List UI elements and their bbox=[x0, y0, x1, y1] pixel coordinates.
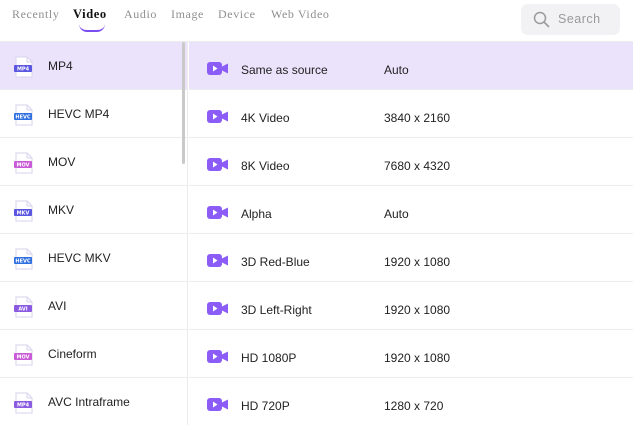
video-camera-icon bbox=[207, 206, 228, 219]
preset-name: 4K Video bbox=[241, 111, 290, 125]
preset-resolution: 7680 x 4320 bbox=[384, 159, 451, 173]
preset-resolution: 1280 x 720 bbox=[384, 399, 444, 413]
tab-web-video[interactable]: Web Video bbox=[271, 7, 329, 22]
file-format-icon: MKV bbox=[14, 200, 33, 222]
preset-item[interactable]: 3D Red-Blue 1920 x 1080 bbox=[189, 234, 633, 282]
file-format-icon: MOV bbox=[14, 152, 33, 174]
preset-item[interactable]: 4K Video 3840 x 2160 bbox=[189, 90, 633, 138]
preset-resolution: 3840 x 2160 bbox=[384, 111, 451, 125]
tab-device[interactable]: Device bbox=[218, 7, 256, 22]
preset-list: Same as source Auto 4K Video 3840 x 2160 8K … bbox=[189, 42, 633, 425]
format-label: AVC Intraframe bbox=[48, 395, 130, 409]
category-tabs: Recently Video Audio Image Device Web Vi… bbox=[0, 0, 633, 42]
file-format-icon-text: MP4 bbox=[17, 67, 30, 73]
file-format-icon-text: MP4 bbox=[17, 403, 30, 409]
preset-name: 3D Left-Right bbox=[241, 303, 312, 317]
preset-item[interactable]: Alpha Auto bbox=[189, 186, 633, 234]
format-label: HEVC MP4 bbox=[48, 107, 110, 121]
preset-name: HD 1080P bbox=[241, 351, 297, 365]
format-list: MP4 MP4 HEVC HEVC MP4 MOV MOV MKV MKV HEVC HEVC M… bbox=[0, 42, 188, 425]
video-camera-icon bbox=[207, 110, 228, 123]
preset-name: HD 720P bbox=[241, 399, 290, 413]
tab-image[interactable]: Image bbox=[171, 7, 204, 22]
tab-audio[interactable]: Audio bbox=[124, 7, 157, 22]
file-format-icon: MP4 bbox=[14, 392, 33, 414]
file-format-icon: MOV bbox=[14, 344, 33, 366]
file-format-icon-text: AVI bbox=[18, 307, 27, 313]
file-format-icon: MP4 bbox=[14, 56, 33, 78]
tab-recently[interactable]: Recently bbox=[12, 7, 59, 22]
format-item[interactable]: HEVC HEVC MP4 bbox=[0, 90, 187, 138]
preset-name: Same as source bbox=[241, 63, 328, 77]
preset-item[interactable]: 8K Video 7680 x 4320 bbox=[189, 138, 633, 186]
format-label: Cineform bbox=[48, 347, 97, 361]
format-list-scrollbar[interactable] bbox=[182, 42, 185, 164]
search-placeholder: Search bbox=[558, 12, 601, 26]
file-format-icon-text: MKV bbox=[17, 211, 30, 217]
preset-resolution: Auto bbox=[384, 63, 409, 77]
tab-video[interactable]: Video bbox=[73, 7, 107, 22]
video-camera-icon bbox=[207, 254, 228, 267]
preset-name: 3D Red-Blue bbox=[241, 255, 310, 269]
video-camera-icon bbox=[207, 302, 228, 315]
format-item[interactable]: MOV Cineform bbox=[0, 330, 187, 378]
active-tab-indicator bbox=[79, 24, 105, 32]
file-format-icon: HEVC bbox=[14, 248, 33, 270]
search-icon bbox=[533, 11, 550, 28]
video-camera-icon bbox=[207, 158, 228, 171]
preset-name: 8K Video bbox=[241, 159, 290, 173]
preset-item[interactable]: Same as source Auto bbox=[189, 42, 633, 90]
file-format-icon: AVI bbox=[14, 296, 33, 318]
video-camera-icon bbox=[207, 350, 228, 363]
preset-item[interactable]: 3D Left-Right 1920 x 1080 bbox=[189, 282, 633, 330]
preset-resolution: 1920 x 1080 bbox=[384, 255, 451, 269]
preset-resolution: Auto bbox=[384, 207, 409, 221]
file-format-icon-text: MOV bbox=[17, 355, 30, 361]
file-format-icon-text: HEVC bbox=[15, 115, 30, 121]
format-item[interactable]: MP4 MP4 bbox=[0, 42, 187, 90]
format-item[interactable]: MOV MOV bbox=[0, 138, 187, 186]
search-input[interactable]: Search bbox=[521, 4, 620, 35]
video-camera-icon bbox=[207, 62, 228, 75]
preset-name: Alpha bbox=[241, 207, 272, 221]
format-label: MKV bbox=[48, 203, 75, 217]
format-label: HEVC MKV bbox=[48, 251, 111, 265]
format-label: MOV bbox=[48, 155, 76, 169]
preset-item[interactable]: HD 1080P 1920 x 1080 bbox=[189, 330, 633, 378]
file-format-icon: HEVC bbox=[14, 104, 33, 126]
format-item[interactable]: MP4 AVC Intraframe bbox=[0, 378, 187, 425]
preset-resolution: 1920 x 1080 bbox=[384, 351, 451, 365]
format-item[interactable]: AVI AVI bbox=[0, 282, 187, 330]
format-item[interactable]: MKV MKV bbox=[0, 186, 187, 234]
format-label: AVI bbox=[48, 299, 67, 313]
format-label: MP4 bbox=[48, 59, 73, 73]
file-format-icon-text: HEVC bbox=[15, 259, 30, 265]
video-camera-icon bbox=[207, 398, 228, 411]
format-item[interactable]: HEVC HEVC MKV bbox=[0, 234, 187, 282]
preset-resolution: 1920 x 1080 bbox=[384, 303, 451, 317]
file-format-icon-text: MOV bbox=[17, 163, 30, 169]
preset-item[interactable]: HD 720P 1280 x 720 bbox=[189, 378, 633, 425]
